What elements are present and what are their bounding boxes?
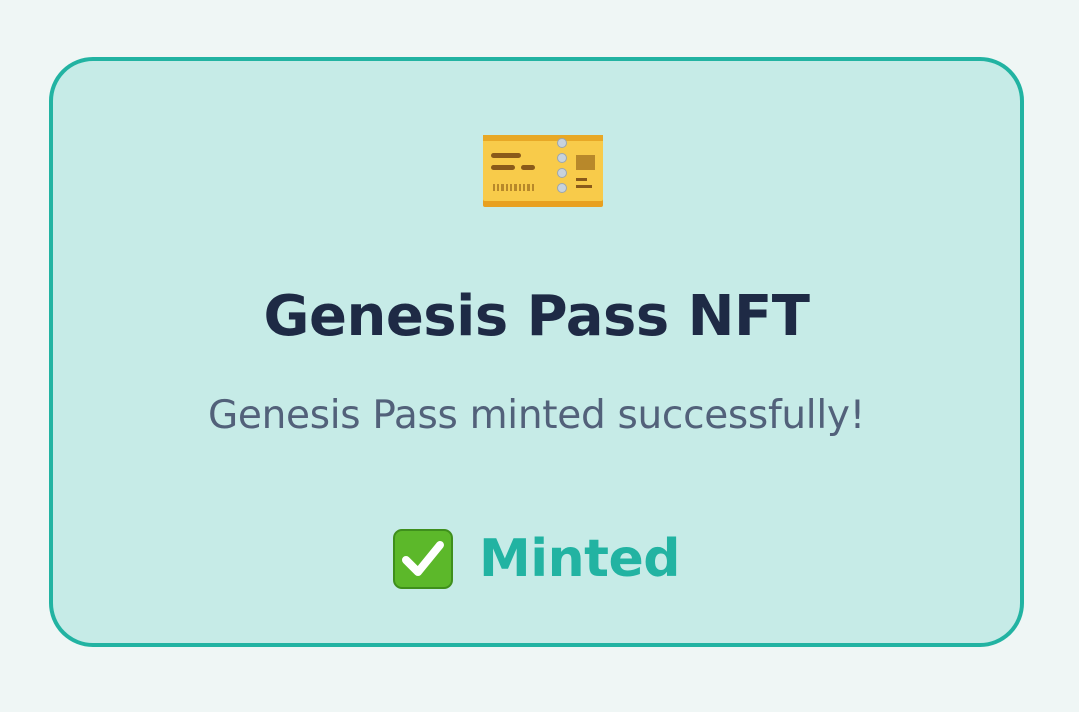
card-title: Genesis Pass NFT [263, 284, 810, 349]
success-message: Genesis Pass minted successfully! [208, 393, 865, 438]
mint-result-card: Genesis Pass NFT Genesis Pass minted suc… [49, 57, 1024, 647]
status-label: Minted [479, 529, 680, 589]
ticket-icon [483, 135, 603, 207]
status-indicator: Minted [53, 527, 1020, 591]
check-mark-button-icon [393, 529, 454, 589]
